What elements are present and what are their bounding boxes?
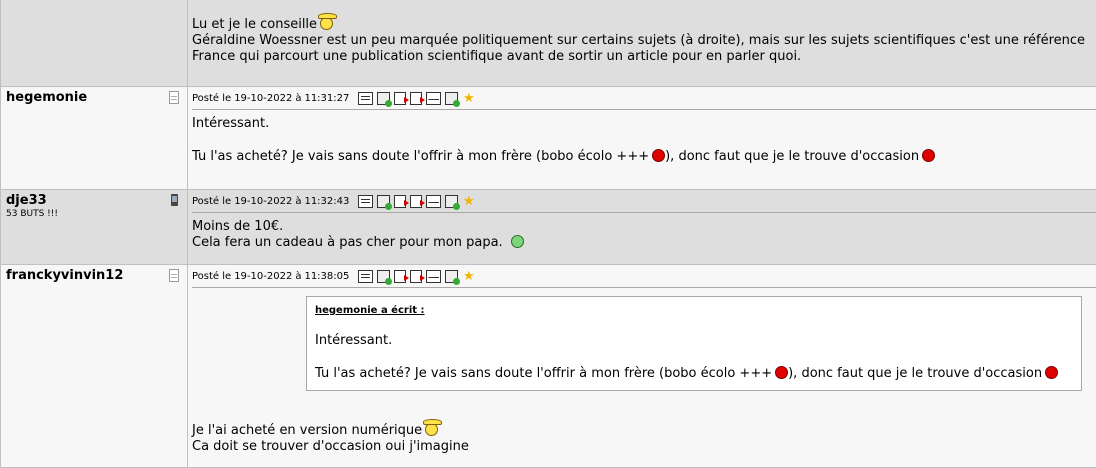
mobile-icon bbox=[171, 194, 178, 206]
message-body: Intéressant. Tu l'as acheté? Je vais san… bbox=[192, 110, 1096, 171]
author-name[interactable]: dje33 bbox=[6, 193, 187, 208]
hat-smiley-icon bbox=[423, 419, 443, 436]
message-text: Je l'ai acheté en version numérique bbox=[192, 423, 423, 438]
hat-smiley-icon bbox=[318, 13, 338, 30]
post-time: 11:38:05 bbox=[304, 270, 350, 282]
message-text: Géraldine Woessner est un peu marquée po… bbox=[192, 33, 1086, 48]
quote-text: ), donc faut que je le trouve d'occasion bbox=[788, 366, 1043, 381]
multi-quote-icon[interactable] bbox=[410, 91, 426, 105]
profile-card-icon[interactable] bbox=[358, 194, 374, 208]
profile-card-icon[interactable] bbox=[358, 269, 374, 283]
red-smiley-icon bbox=[1045, 366, 1059, 379]
red-smiley-icon bbox=[775, 366, 789, 379]
message-text: Lu et je le conseille bbox=[192, 17, 318, 32]
profile-icon[interactable] bbox=[169, 269, 179, 282]
posted-label: Posté le bbox=[192, 270, 232, 282]
edit-icon[interactable] bbox=[377, 91, 393, 107]
message-body: Moins de 10€. Cela fera un cadeau à pas … bbox=[192, 213, 1096, 257]
post-row: hegemonie Posté le 19-10-2022 à 11:31:27… bbox=[0, 87, 1096, 190]
post-meta: Posté le 19-10-2022 à 11:31:27 ★ bbox=[192, 87, 1096, 110]
post-time: 11:31:27 bbox=[304, 92, 350, 104]
message-text: France qui parcourt une publication scie… bbox=[192, 49, 802, 64]
post-at: à bbox=[295, 92, 302, 104]
quote-icon[interactable] bbox=[394, 269, 410, 283]
edit-icon[interactable] bbox=[377, 194, 393, 210]
green-smiley-icon bbox=[510, 235, 524, 248]
message-text: Tu l'as acheté? Je vais sans doute l'off… bbox=[192, 149, 650, 164]
message-text: Moins de 10€. bbox=[192, 219, 284, 234]
message-text: Intéressant. bbox=[192, 116, 270, 131]
author-cell bbox=[0, 0, 188, 86]
message-body: Lu et je le conseille Géraldine Woessner… bbox=[192, 0, 1096, 71]
multi-quote-icon[interactable] bbox=[410, 269, 426, 283]
post-meta: Posté le 19-10-2022 à 11:38:05 ★ bbox=[192, 265, 1096, 288]
star-icon[interactable]: ★ bbox=[462, 195, 475, 208]
edit-icon[interactable] bbox=[377, 269, 393, 285]
post-meta: Posté le 19-10-2022 à 11:32:43 ★ bbox=[192, 190, 1096, 213]
profile-card-icon[interactable] bbox=[358, 91, 374, 105]
author-cell: hegemonie bbox=[0, 87, 188, 189]
post-row-top: Lu et je le conseille Géraldine Woessner… bbox=[0, 0, 1096, 87]
message-cell: Posté le 19-10-2022 à 11:38:05 ★ hegemon… bbox=[188, 265, 1096, 467]
post-date: 19-10-2022 bbox=[234, 270, 293, 282]
red-smiley-icon bbox=[922, 149, 936, 162]
author-name[interactable]: hegemonie bbox=[6, 90, 187, 105]
posted-label: Posté le bbox=[192, 92, 232, 104]
add-friend-icon[interactable] bbox=[445, 91, 461, 107]
post-at: à bbox=[295, 195, 302, 207]
post-date: 19-10-2022 bbox=[234, 195, 293, 207]
add-friend-icon[interactable] bbox=[445, 269, 461, 285]
post-at: à bbox=[295, 270, 302, 282]
message-cell: Posté le 19-10-2022 à 11:31:27 ★ Intéres… bbox=[188, 87, 1096, 189]
quote-text: Tu l'as acheté? Je vais sans doute l'off… bbox=[315, 366, 773, 381]
profile-icon[interactable] bbox=[169, 91, 179, 104]
message-cell: Posté le 19-10-2022 à 11:32:43 ★ Moins d… bbox=[188, 190, 1096, 264]
author-cell: franckyvinvin12 bbox=[0, 265, 188, 467]
post-row: dje33 53 BUTS !!! Posté le 19-10-2022 à … bbox=[0, 190, 1096, 265]
mail-icon[interactable] bbox=[426, 194, 442, 208]
message-text: Ca doit se trouver d'occasion oui j'imag… bbox=[192, 439, 469, 454]
message-body: Je l'ai acheté en version numérique Ca d… bbox=[192, 399, 1096, 461]
quote-icon[interactable] bbox=[394, 194, 410, 208]
red-smiley-icon bbox=[652, 149, 666, 162]
quote-text: Intéressant. bbox=[315, 333, 393, 348]
mail-icon[interactable] bbox=[426, 91, 442, 105]
post-row: franckyvinvin12 Posté le 19-10-2022 à 11… bbox=[0, 265, 1096, 468]
author-name[interactable]: franckyvinvin12 bbox=[6, 268, 187, 283]
post-toolbar: ★ bbox=[358, 91, 475, 107]
mail-icon[interactable] bbox=[426, 269, 442, 283]
post-time: 11:32:43 bbox=[304, 195, 350, 207]
author-cell: dje33 53 BUTS !!! bbox=[0, 190, 188, 264]
multi-quote-icon[interactable] bbox=[410, 194, 426, 208]
quote-block: hegemonie a écrit : Intéressant. Tu l'as… bbox=[306, 296, 1082, 391]
post-toolbar: ★ bbox=[358, 194, 475, 210]
message-text: Cela fera un cadeau à pas cher pour mon … bbox=[192, 235, 503, 250]
quote-author-link[interactable]: hegemonie a écrit : bbox=[315, 303, 1073, 319]
post-toolbar: ★ bbox=[358, 269, 475, 285]
quote-icon[interactable] bbox=[394, 91, 410, 105]
message-text: ), donc faut que je le trouve d'occasion bbox=[665, 149, 920, 164]
posted-label: Posté le bbox=[192, 195, 232, 207]
message-cell: Lu et je le conseille Géraldine Woessner… bbox=[188, 0, 1096, 86]
star-icon[interactable]: ★ bbox=[462, 270, 475, 283]
author-subtitle: 53 BUTS !!! bbox=[6, 209, 58, 219]
star-icon[interactable]: ★ bbox=[462, 92, 475, 105]
post-date: 19-10-2022 bbox=[234, 92, 293, 104]
add-friend-icon[interactable] bbox=[445, 194, 461, 210]
